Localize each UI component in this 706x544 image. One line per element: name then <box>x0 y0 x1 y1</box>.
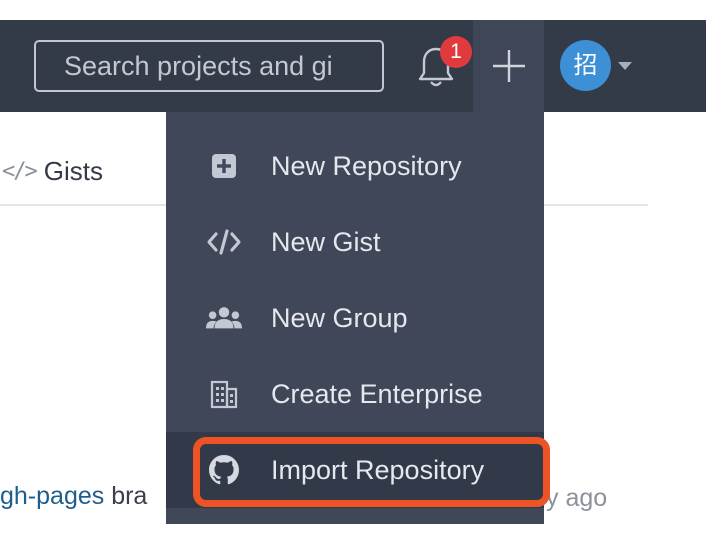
users-icon <box>206 300 242 336</box>
menu-item-label: New Group <box>271 302 408 333</box>
menu-item-label: New Gist <box>271 226 381 257</box>
create-new-button[interactable] <box>473 20 544 112</box>
code-icon: </> <box>2 158 38 184</box>
activity-time: y ago <box>546 484 608 512</box>
tab-gists-label: Gists <box>43 155 103 186</box>
code-icon <box>206 224 242 260</box>
menu-item-import-repository[interactable]: Import Repository <box>166 432 544 508</box>
building-icon <box>206 376 242 412</box>
github-icon <box>206 452 242 488</box>
menu-item-create-enterprise[interactable]: Create Enterprise <box>166 356 544 432</box>
activity-text: bra <box>104 482 148 510</box>
menu-item-label: New Repository <box>271 150 462 181</box>
activity-entry: gh-pages bra <box>0 482 147 511</box>
notification-count-badge: 1 <box>440 36 472 68</box>
search-input[interactable] <box>34 40 384 92</box>
tab-gists[interactable]: </> Gists <box>0 150 103 192</box>
menu-item-label: Import Repository <box>271 454 485 485</box>
top-navbar: 1 招 <box>0 20 706 112</box>
page: </> Gists gh-pages bra y ago 1 招 <box>0 0 706 544</box>
menu-item-new-repository[interactable]: New Repository <box>166 128 544 204</box>
branch-link[interactable]: gh-pages <box>0 482 104 510</box>
menu-item-new-group[interactable]: New Group <box>166 280 544 356</box>
chevron-down-icon[interactable] <box>616 60 634 72</box>
menu-item-label: Create Enterprise <box>271 378 483 409</box>
plus-square-icon <box>206 148 242 184</box>
user-avatar[interactable]: 招 <box>560 40 611 91</box>
menu-item-new-gist[interactable]: New Gist <box>166 204 544 280</box>
notifications-button[interactable]: 1 <box>410 36 472 94</box>
plus-icon <box>493 50 525 82</box>
